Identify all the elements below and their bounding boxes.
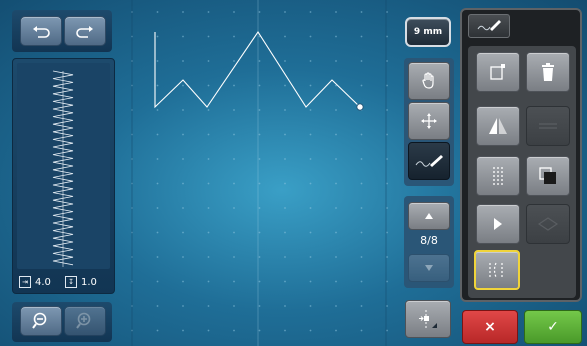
duplicate-icon	[539, 167, 556, 184]
play-triangle-icon	[494, 218, 502, 230]
stitch-width-value: 4.0	[35, 276, 51, 288]
cancel-button[interactable]: ×	[462, 310, 518, 344]
add-point-button[interactable]	[476, 52, 520, 92]
grid-size-button[interactable]: 9 mm	[405, 17, 451, 47]
stitch-type-icon	[489, 262, 503, 278]
drawn-stitch-path[interactable]	[122, 0, 397, 346]
tool-palette	[460, 8, 582, 302]
draw-line-tool-button[interactable]	[408, 142, 450, 180]
stitch-length-icon: ↧	[65, 276, 77, 288]
page-indicator: 8/8	[420, 234, 438, 247]
hand-tool-button[interactable]	[408, 62, 450, 100]
stitch-length-value: 1.0	[81, 276, 97, 288]
insert-point-icon	[419, 310, 437, 328]
add-point-icon	[490, 64, 505, 80]
move-tool-button[interactable]	[408, 102, 450, 140]
undo-icon	[33, 26, 50, 38]
checkmark-icon: ✓	[547, 319, 559, 335]
ok-button[interactable]: ✓	[524, 310, 582, 344]
page-down-button[interactable]	[408, 254, 450, 282]
redo-icon	[76, 26, 93, 38]
block-button[interactable]	[526, 204, 570, 244]
mirror-icon	[489, 118, 507, 134]
mirror-button[interactable]	[476, 106, 520, 146]
dotted-lines-icon	[493, 167, 503, 185]
zoom-out-button[interactable]	[20, 306, 62, 336]
dotted-line-button[interactable]	[476, 156, 520, 196]
duplicate-button[interactable]	[526, 156, 570, 196]
pen-mode-tab[interactable]	[468, 14, 510, 38]
move-arrows-icon	[421, 113, 437, 129]
close-x-icon: ×	[484, 319, 496, 335]
zoom-in-button[interactable]	[64, 306, 106, 336]
grid-size-label: 9 mm	[413, 27, 443, 37]
stitch-type-button[interactable]	[474, 250, 520, 290]
stitch-width-icon: ⇥	[19, 276, 31, 288]
page-up-button[interactable]	[408, 202, 450, 230]
stitch-width-readout: ⇥ 4.0	[19, 275, 51, 289]
path-end-point[interactable]	[356, 103, 364, 111]
edit-mode-panel	[404, 58, 454, 186]
redo-button[interactable]	[64, 16, 106, 46]
delete-button[interactable]	[526, 52, 570, 92]
stitch-length-readout: ↧ 1.0	[65, 275, 97, 289]
zoom-frame	[12, 302, 112, 342]
align-button[interactable]	[526, 106, 570, 146]
undo-redo-frame	[12, 10, 112, 52]
pen-draw-icon	[477, 20, 501, 31]
stitch-preview-panel: ⇥ 4.0 ↧ 1.0	[12, 58, 115, 294]
hand-icon	[422, 72, 434, 89]
diamond-icon	[538, 217, 558, 231]
trash-icon	[542, 63, 554, 81]
align-icon	[539, 123, 557, 129]
zoom-out-icon	[32, 312, 47, 329]
page-nav-panel: 8/8	[404, 196, 454, 288]
triangle-down-icon	[425, 265, 433, 271]
editing-canvas[interactable]	[122, 0, 397, 346]
triangle-up-icon	[425, 213, 433, 219]
pen-draw-icon	[415, 155, 443, 167]
forward-button[interactable]	[476, 204, 520, 244]
insert-point-button[interactable]	[405, 300, 451, 338]
undo-button[interactable]	[20, 16, 62, 46]
zoom-in-icon	[76, 312, 91, 329]
stitch-pattern-preview	[52, 70, 74, 267]
stitch-preview-area	[17, 63, 110, 269]
